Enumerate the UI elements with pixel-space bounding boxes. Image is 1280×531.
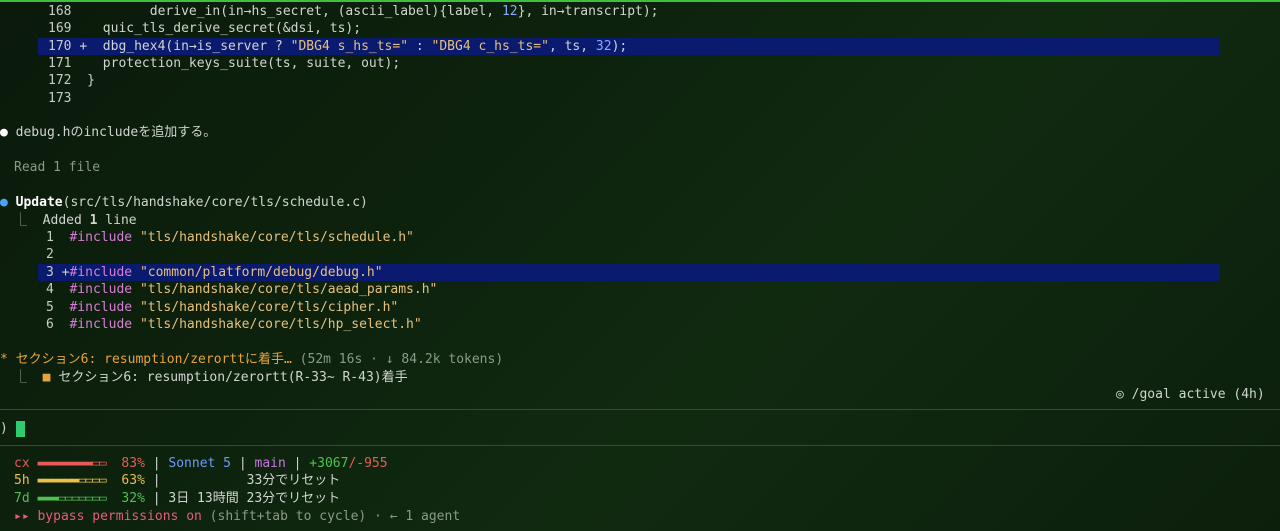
diff-line-4: 4 #include "tls/handshake/core/tls/aead_…: [46, 282, 438, 297]
code-line-170: 170 + dbg_hex4(in→is_server ? "DBG4 s_hs…: [48, 39, 628, 54]
task-subitem: ⎿ ■ セクション6: resumption/zerortt(R-33~ R-4…: [14, 370, 408, 385]
diff-line-5: 5 #include "tls/handshake/core/tls/ciphe…: [46, 300, 399, 315]
spinner-icon: *: [0, 352, 8, 367]
message-bullet-icon: ●: [0, 125, 8, 140]
update-tool-header: ● Update(src/tls/handshake/core/tls/sche…: [0, 195, 368, 210]
status-7d: 7d ▬▬▬▭▭▭▭▭▭▭ 32% | 3日 13時間 23分でリセット: [14, 491, 341, 506]
diff-line-3: 3 +#include "common/platform/debug/debug…: [46, 265, 383, 280]
window-top-border: [0, 0, 1280, 2]
code-line-172: 172 }: [48, 73, 95, 88]
code-line-168: 168 derive_in(in→hs_secret, (ascii_label…: [48, 4, 659, 19]
diff-line-6: 6 #include "tls/handshake/core/tls/hp_se…: [46, 317, 422, 332]
goal-status: ◎ /goal active (4h): [1116, 387, 1265, 402]
prompt-bottom-separator: [0, 445, 1280, 446]
bypass-permissions[interactable]: ▸▸ bypass permissions on (shift+tab to c…: [14, 508, 460, 525]
tool-bullet-icon: ●: [0, 195, 8, 210]
task-progress: * セクション6: resumption/zerorttに着手… (52m 16…: [0, 352, 504, 367]
text-cursor: [15, 420, 25, 437]
prompt-input[interactable]: ): [0, 420, 25, 437]
diff-line-2: 2: [46, 247, 54, 262]
prompt-top-separator: [0, 409, 1280, 410]
read-summary: Read 1 file: [14, 160, 101, 175]
code-line-171: 171 protection_keys_suite(ts, suite, out…: [48, 56, 401, 71]
update-summary: ⎿ Added 1 line: [14, 213, 137, 228]
code-line-169: 169 quic_tls_derive_secret(&dsi, ts);: [48, 21, 362, 36]
status-cx: cx ▬▬▬▬▬▬▬▬▭▭ 83% | Sonnet 5 | main | +3…: [14, 456, 388, 471]
assistant-message: ● debug.hのincludeを追加する。: [0, 125, 217, 140]
diff-line-1: 1 #include "tls/handshake/core/tls/sched…: [46, 230, 414, 245]
status-5h: 5h ▬▬▬▬▬▬▭▭▭▭ 63% | 33分でリセット: [14, 473, 341, 488]
code-line-173: 173: [48, 91, 72, 106]
task-square-icon: ■: [42, 370, 51, 385]
